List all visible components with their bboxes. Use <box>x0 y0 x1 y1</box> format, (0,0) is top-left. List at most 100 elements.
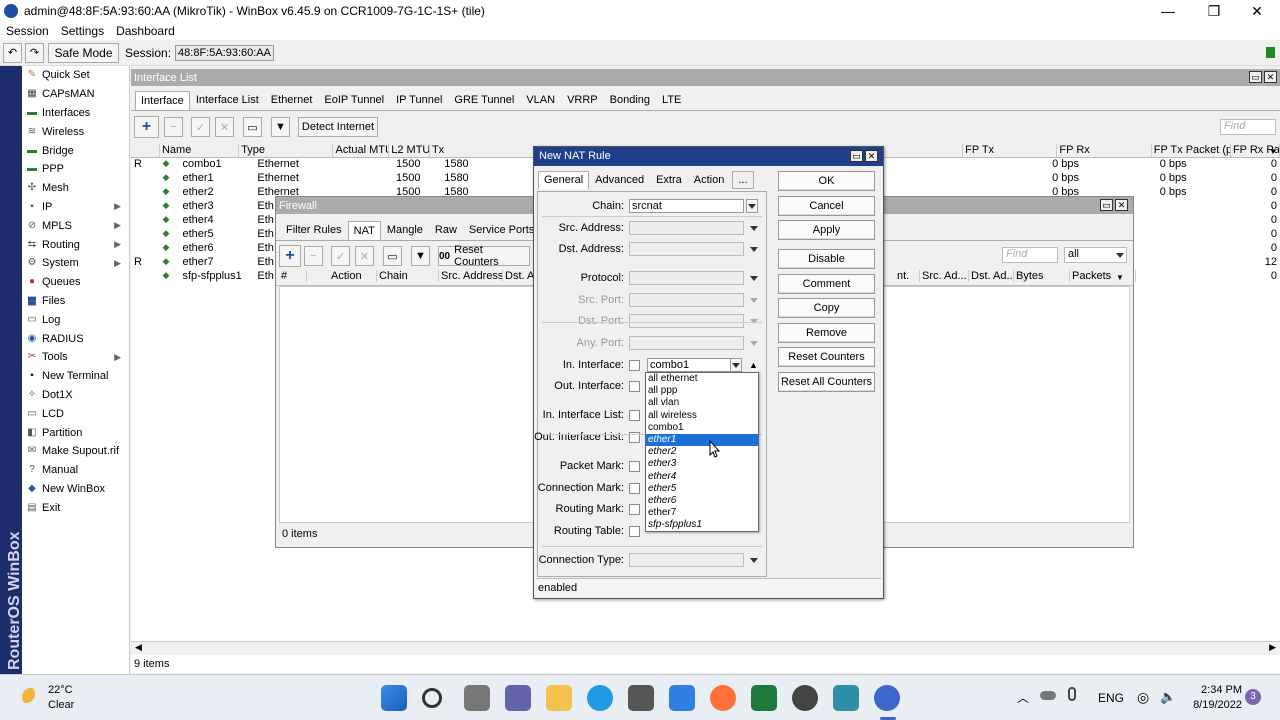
disable-icon[interactable]: ✕ <box>215 117 234 137</box>
add-icon[interactable]: + <box>134 116 159 138</box>
nat-dialog-close-button[interactable]: ✕ <box>865 150 878 162</box>
minimize-button[interactable]: — <box>1145 0 1191 22</box>
sidebar-item-tools[interactable]: ✂ Tools ▶ <box>22 348 129 367</box>
tab-interface[interactable]: Interface <box>135 91 190 110</box>
sidebar-item-exit[interactable]: ▤ Exit <box>22 498 129 517</box>
menu-session[interactable]: Session <box>0 24 55 38</box>
sidebar-item-routing[interactable]: ⇆ Routing ▶ <box>22 235 129 254</box>
store-icon[interactable] <box>628 685 654 711</box>
nat-apply-button[interactable]: Apply <box>778 220 875 240</box>
column-header[interactable]: nt. <box>895 270 920 282</box>
menu-settings[interactable]: Settings <box>55 24 110 38</box>
winbox-terminal-icon[interactable] <box>751 685 777 711</box>
firewall-disable-icon[interactable]: ✕ <box>355 246 374 266</box>
nat-negate-checkbox[interactable] <box>629 526 640 537</box>
nat-tab-extra[interactable]: Extra <box>650 171 688 189</box>
nat-negate-checkbox[interactable] <box>629 381 640 392</box>
dropdown-option[interactable]: ether6 <box>646 495 758 507</box>
sidebar-item-ppp[interactable]: ▬ PPP <box>22 160 129 179</box>
scroll-left-icon[interactable]: ◀ <box>135 642 142 653</box>
nat-field-connection-type[interactable] <box>629 553 744 567</box>
dropdown-option[interactable]: all ethernet <box>646 373 758 385</box>
windows-start-icon[interactable] <box>381 685 407 711</box>
sidebar-item-make-supout-rif[interactable]: ✉ Make Supout.rif <box>22 442 129 461</box>
sidebar-item-mesh[interactable]: ✣ Mesh <box>22 179 129 198</box>
dropdown-option[interactable]: ether7 <box>646 507 758 519</box>
tab-lte[interactable]: LTE <box>656 90 687 110</box>
tab-ethernet[interactable]: Ethernet <box>265 90 319 110</box>
edge-icon[interactable] <box>587 685 613 711</box>
tab-gre-tunnel[interactable]: GRE Tunnel <box>448 90 520 110</box>
column-header[interactable]: Chain <box>377 270 439 282</box>
file-explorer-icon[interactable] <box>546 685 572 711</box>
nat-dialog-restore-button[interactable]: ▭ <box>850 150 863 162</box>
chain-dropdown-button[interactable] <box>746 199 758 213</box>
chevron-down-icon[interactable] <box>750 341 758 346</box>
chevron-down-icon[interactable] <box>750 298 758 303</box>
clock-date[interactable]: 8/19/2022 <box>1186 699 1242 711</box>
sidebar-item-wireless[interactable]: ≋ Wireless <box>22 122 129 141</box>
tab-filter-rules[interactable]: Filter Rules <box>280 220 348 240</box>
dropdown-option[interactable]: sfp-sfpplus1 <box>646 519 758 531</box>
firewall-reset-counters-button[interactable]: 00 Reset Counters <box>438 244 530 268</box>
firewall-comment-icon[interactable]: ▭ <box>383 246 402 266</box>
chevron-down-icon[interactable] <box>750 276 758 281</box>
nat-copy-button[interactable]: Copy <box>778 298 875 318</box>
interface-find-input[interactable]: Find <box>1220 119 1276 135</box>
nat-negate-checkbox[interactable] <box>629 410 640 421</box>
sidebar-item-radius[interactable]: ◉ RADIUS <box>22 329 129 348</box>
firewall-find-input[interactable]: Find <box>1002 247 1058 263</box>
comment-icon[interactable]: ▭ <box>243 117 262 137</box>
nat-field-src-address[interactable] <box>629 221 744 235</box>
column-header[interactable]: Bytes <box>1014 270 1070 282</box>
sidebar-item-interfaces[interactable]: ▬ Interfaces <box>22 104 129 123</box>
nat-field-chain[interactable]: srcnat <box>629 199 744 213</box>
dropdown-option[interactable]: ether1 <box>646 433 758 447</box>
sidebar-item-quick-set[interactable]: ✎ Quick Set <box>22 66 129 85</box>
tab-interface-list[interactable]: Interface List <box>190 90 265 110</box>
sidebar-item-capsman[interactable]: ▦ CAPsMAN <box>22 85 129 104</box>
chevron-up-icon[interactable]: ▲ <box>749 360 758 370</box>
column-header[interactable]: Src. Ad... <box>920 270 969 282</box>
tab-mangle[interactable]: Mangle <box>381 220 429 240</box>
nat-reset-all-counters-button[interactable]: Reset All Counters <box>778 372 875 392</box>
menu-dashboard[interactable]: Dashboard <box>110 24 181 38</box>
microphone-icon[interactable] <box>1068 687 1076 701</box>
column-header[interactable]: L2 MTU <box>389 144 430 157</box>
tab-vrrp[interactable]: VRRP <box>561 90 604 110</box>
chevron-down-icon[interactable] <box>750 247 758 252</box>
column-header[interactable]: FP Rx <box>1057 144 1152 157</box>
teams-icon[interactable] <box>505 685 531 711</box>
close-button[interactable]: ✕ <box>1234 0 1280 22</box>
nat-disable-button[interactable]: Disable <box>778 249 875 269</box>
sidebar-item-new-terminal[interactable]: ▪ New Terminal <box>22 367 129 386</box>
firewall-close-button[interactable]: ✕ <box>1115 199 1128 211</box>
firewall-remove-icon[interactable]: − <box>304 246 323 266</box>
sidebar-item-dot1x[interactable]: ✧ Dot1X <box>22 386 129 405</box>
column-header[interactable]: Type <box>239 144 334 157</box>
dropdown-option[interactable]: combo1 <box>646 422 758 434</box>
dropdown-option[interactable]: all vlan <box>646 397 758 409</box>
firewall-filter-select[interactable]: all <box>1064 247 1127 263</box>
sidebar-item-files[interactable]: ▆ Files <box>22 292 129 311</box>
search-icon[interactable] <box>422 688 442 708</box>
chevron-up-icon[interactable]: ︿ <box>1017 689 1029 706</box>
chevron-down-icon[interactable] <box>750 558 758 563</box>
nat-tab-more[interactable]: ... <box>732 171 754 189</box>
column-header[interactable]: Action <box>329 270 377 282</box>
obs-icon[interactable] <box>792 685 818 711</box>
sidebar-item-system[interactable]: ⚙ System ▶ <box>22 254 129 273</box>
notification-badge[interactable]: 3 <box>1245 689 1261 705</box>
undo-button[interactable]: ↶ <box>3 42 22 63</box>
column-header[interactable]: Dst. Ad... <box>969 270 1014 282</box>
sidebar-item-lcd[interactable]: ▭ LCD <box>22 404 129 423</box>
sidebar-item-new-winbox[interactable]: ◆ New WinBox <box>22 480 129 499</box>
column-header[interactable]: FP Tx <box>963 144 1058 157</box>
nat-remove-button[interactable]: Remove <box>778 323 875 343</box>
column-menu-icon[interactable]: ▼ <box>1116 273 1124 282</box>
tab-vlan[interactable]: VLAN <box>520 90 561 110</box>
filter-icon[interactable]: ▼ <box>271 117 290 137</box>
nat-tab-general[interactable]: General <box>538 171 590 189</box>
chevron-down-icon[interactable] <box>750 226 758 231</box>
safe-mode-button[interactable]: Safe Mode <box>48 42 119 63</box>
